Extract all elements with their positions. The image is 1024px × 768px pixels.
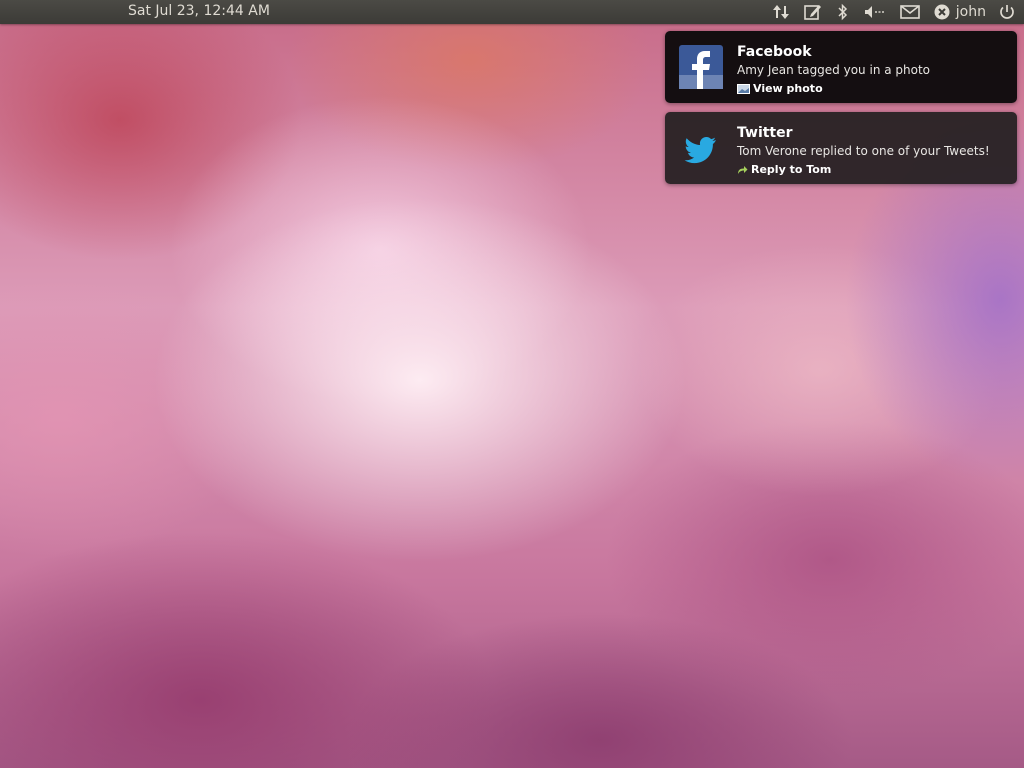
bluetooth-icon[interactable] — [829, 0, 857, 24]
twitter-bird-icon — [684, 137, 716, 164]
reply-arrow-icon — [738, 165, 748, 174]
user-status-icon — [934, 4, 950, 20]
action-label: Reply to Tom — [751, 163, 832, 176]
mail-envelope-icon[interactable] — [893, 0, 927, 24]
action-label: View photo — [753, 82, 823, 95]
reply-to-tom-action[interactable]: Reply to Tom — [737, 163, 831, 176]
power-icon[interactable] — [992, 0, 1024, 24]
clock[interactable]: Sat Jul 23, 12:44 AM — [128, 3, 270, 19]
user-name: john — [955, 4, 986, 20]
notification-message: Amy Jean tagged you in a photo — [737, 63, 931, 77]
volume-icon[interactable] — [857, 0, 893, 24]
user-menu[interactable]: john — [927, 0, 992, 24]
photo-icon — [737, 83, 750, 94]
notification-title: Facebook — [737, 44, 812, 60]
notification-twitter[interactable]: Twitter Tom Verone replied to one of you… — [665, 112, 1017, 184]
facebook-icon — [679, 45, 723, 89]
notes-pad-icon[interactable] — [797, 0, 829, 24]
view-photo-action[interactable]: View photo — [737, 82, 823, 95]
notification-facebook[interactable]: Facebook Amy Jean tagged you in a photo … — [665, 31, 1017, 103]
notification-title: Twitter — [737, 125, 793, 141]
top-panel: Sat Jul 23, 12:44 AM john — [0, 0, 1024, 24]
notification-message: Tom Verone replied to one of your Tweets… — [737, 144, 990, 158]
network-arrows-icon[interactable] — [765, 0, 797, 24]
indicator-area: john — [765, 0, 1024, 24]
